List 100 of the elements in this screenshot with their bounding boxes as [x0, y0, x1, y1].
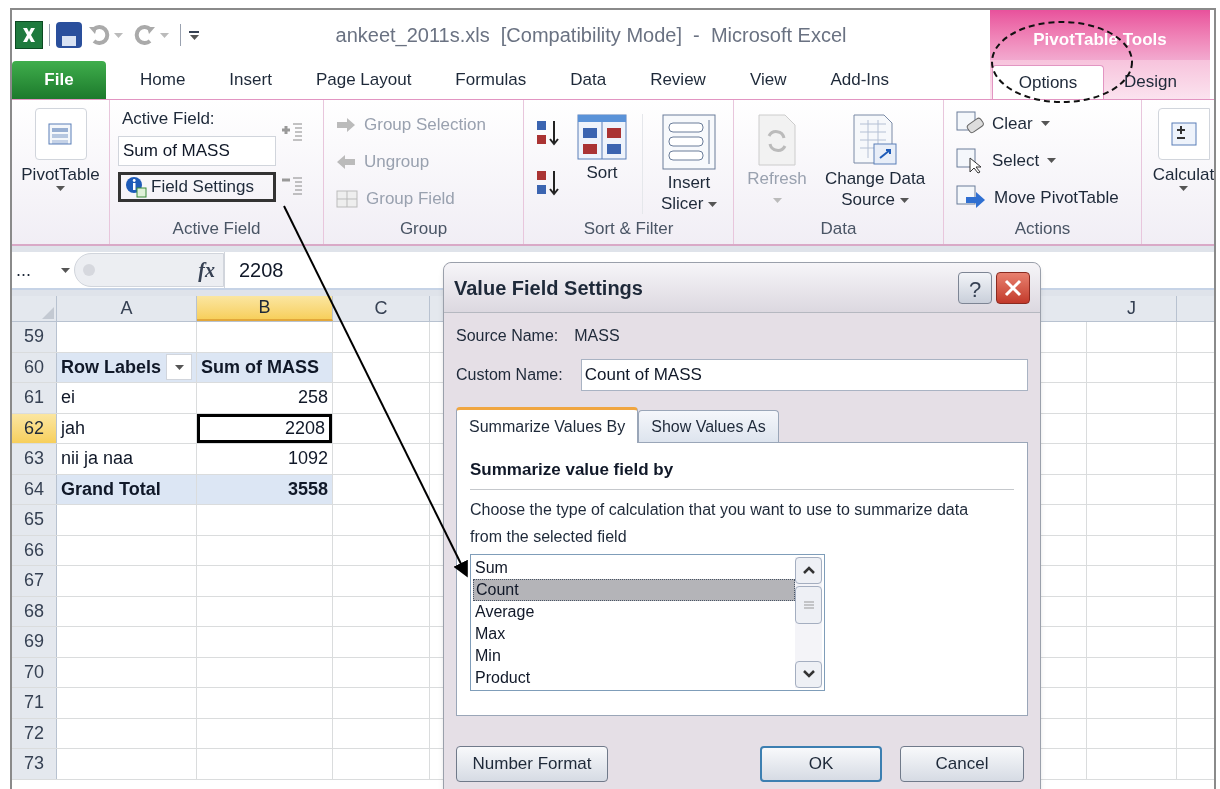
row-header[interactable]: 65 [12, 505, 57, 535]
caret-icon [1047, 158, 1057, 163]
column-header[interactable]: C [333, 296, 430, 321]
table-icon [46, 121, 75, 147]
sort-ascending-button[interactable] [536, 118, 562, 148]
row-header[interactable]: 59 [12, 322, 57, 352]
row-header[interactable]: 63 [12, 444, 57, 474]
row-header[interactable]: 72 [12, 718, 57, 748]
row-header[interactable]: 68 [12, 596, 57, 626]
list-item[interactable]: Max [473, 622, 795, 645]
left-arrow-icon [336, 153, 356, 170]
row-header[interactable]: 71 [12, 688, 57, 718]
ribbon-tab[interactable]: Home [118, 61, 208, 99]
list-item[interactable]: Average [473, 600, 795, 623]
group-title: Actions [1014, 218, 1071, 241]
dialog-tab[interactable]: Summarize Values By [456, 407, 639, 443]
caret-icon [160, 32, 169, 38]
table-cell-text: Grand Total [60, 477, 161, 501]
formula-input[interactable]: 2208 [239, 255, 284, 285]
ribbon-tab[interactable]: Add-Ins [808, 61, 912, 99]
calculations-button[interactable]: Calculat [1152, 164, 1214, 191]
ribbon-tab[interactable]: Review [628, 61, 728, 99]
custom-name-input[interactable]: Count of MASS [580, 359, 1028, 391]
dialog-button[interactable]: Cancel [900, 746, 1024, 782]
sort-descending-icon [536, 169, 560, 197]
help-button[interactable]: ? [958, 271, 992, 304]
active-field-label: Active Field: [121, 108, 216, 130]
dialog-button[interactable]: OK [760, 746, 882, 782]
row-header[interactable]: 67 [12, 566, 57, 596]
info-icon [125, 176, 147, 198]
row-header[interactable]: 66 [12, 535, 57, 565]
source-name-label: Source Name: [456, 326, 559, 346]
ribbon-tab[interactable]: Options [992, 65, 1104, 99]
row-header[interactable]: 61 [12, 383, 57, 413]
group-title: Group [399, 218, 448, 241]
close-icon [1004, 278, 1022, 297]
caret-icon [189, 34, 199, 40]
group-title: Data [820, 218, 857, 241]
field-settings-button[interactable]: Field Settings [118, 172, 276, 202]
insert-function-label[interactable]: fx [198, 255, 215, 285]
slicer-icon [662, 114, 716, 170]
dialog-title: Value Field Settings [454, 275, 644, 301]
dialog-tab[interactable]: Show Values As [638, 410, 779, 442]
active-field-input[interactable]: Sum of MASS [118, 136, 276, 166]
excel-logo-icon[interactable] [15, 21, 43, 49]
custom-name-label: Custom Name: [456, 365, 563, 385]
scrollbar[interactable] [795, 556, 822, 688]
collapse-icon [281, 175, 305, 197]
close-button[interactable] [996, 271, 1030, 304]
scroll-thumb[interactable] [795, 585, 822, 624]
expand-icon [281, 121, 305, 143]
refresh-icon [757, 114, 797, 166]
row-header[interactable]: 64 [12, 474, 57, 504]
ribbon-tab[interactable]: Insert [207, 61, 294, 99]
dialog-button[interactable]: Number Format [456, 746, 608, 782]
change-source-icon [852, 114, 898, 166]
ribbon-tab[interactable]: Data [548, 61, 629, 99]
list-item[interactable]: Min [473, 644, 795, 667]
ribbon-tab[interactable]: Design [1104, 65, 1197, 99]
calculator-icon [1170, 122, 1197, 146]
select-icon [956, 147, 984, 174]
section-description: Choose the type of calculation that you want to use to summarize data from the selected field [470, 499, 970, 547]
sort-descending-button[interactable] [536, 168, 562, 198]
caret-icon [56, 186, 65, 191]
file-tab[interactable]: File [12, 61, 106, 99]
row-header[interactable]: 60 [12, 352, 57, 382]
scroll-up-icon[interactable] [795, 556, 822, 584]
column-header[interactable]: J [1087, 296, 1177, 321]
column-header[interactable]: B [197, 296, 333, 321]
row-header[interactable]: 69 [12, 627, 57, 657]
save-icon[interactable] [56, 22, 82, 48]
section-title: Summarize value field by [470, 457, 1014, 490]
caret-icon [708, 202, 718, 207]
ribbon-button[interactable]: Change Data Source [816, 114, 934, 210]
ribbon-button[interactable]: Sort [570, 114, 634, 183]
caret-icon [1179, 186, 1188, 191]
caret-icon [174, 364, 184, 370]
scroll-down-icon[interactable] [795, 660, 822, 688]
filter-dropdown-button[interactable] [166, 354, 192, 381]
action-command[interactable]: Select [956, 145, 1141, 176]
list-item[interactable]: Count [473, 578, 795, 601]
group-field-icon [336, 189, 358, 208]
list-item[interactable]: Sum [473, 556, 795, 579]
action-command[interactable]: Clear [956, 108, 1141, 139]
name-box[interactable]: ... [12, 252, 74, 288]
table-cell-text: 1092 [287, 447, 329, 471]
caret-icon [899, 198, 909, 203]
ribbon-button[interactable]: Insert Slicer [651, 114, 727, 214]
list-item[interactable]: Product [473, 666, 795, 689]
row-header[interactable]: 62 [12, 413, 57, 443]
pivottable-button[interactable]: PivotTable [21, 164, 100, 191]
action-command[interactable]: Move PivotTable [956, 182, 1141, 213]
table-cell-text: 3558 [287, 477, 329, 501]
ribbon-tab[interactable]: Formulas [433, 61, 549, 99]
ribbon-tab[interactable]: Page Layout [293, 61, 434, 99]
row-header[interactable]: 73 [12, 749, 57, 779]
corner-triangle-icon [42, 307, 54, 319]
table-cell-text: jah [59, 416, 86, 440]
ribbon-tab[interactable]: View [727, 61, 809, 99]
row-header[interactable]: 70 [12, 657, 57, 687]
